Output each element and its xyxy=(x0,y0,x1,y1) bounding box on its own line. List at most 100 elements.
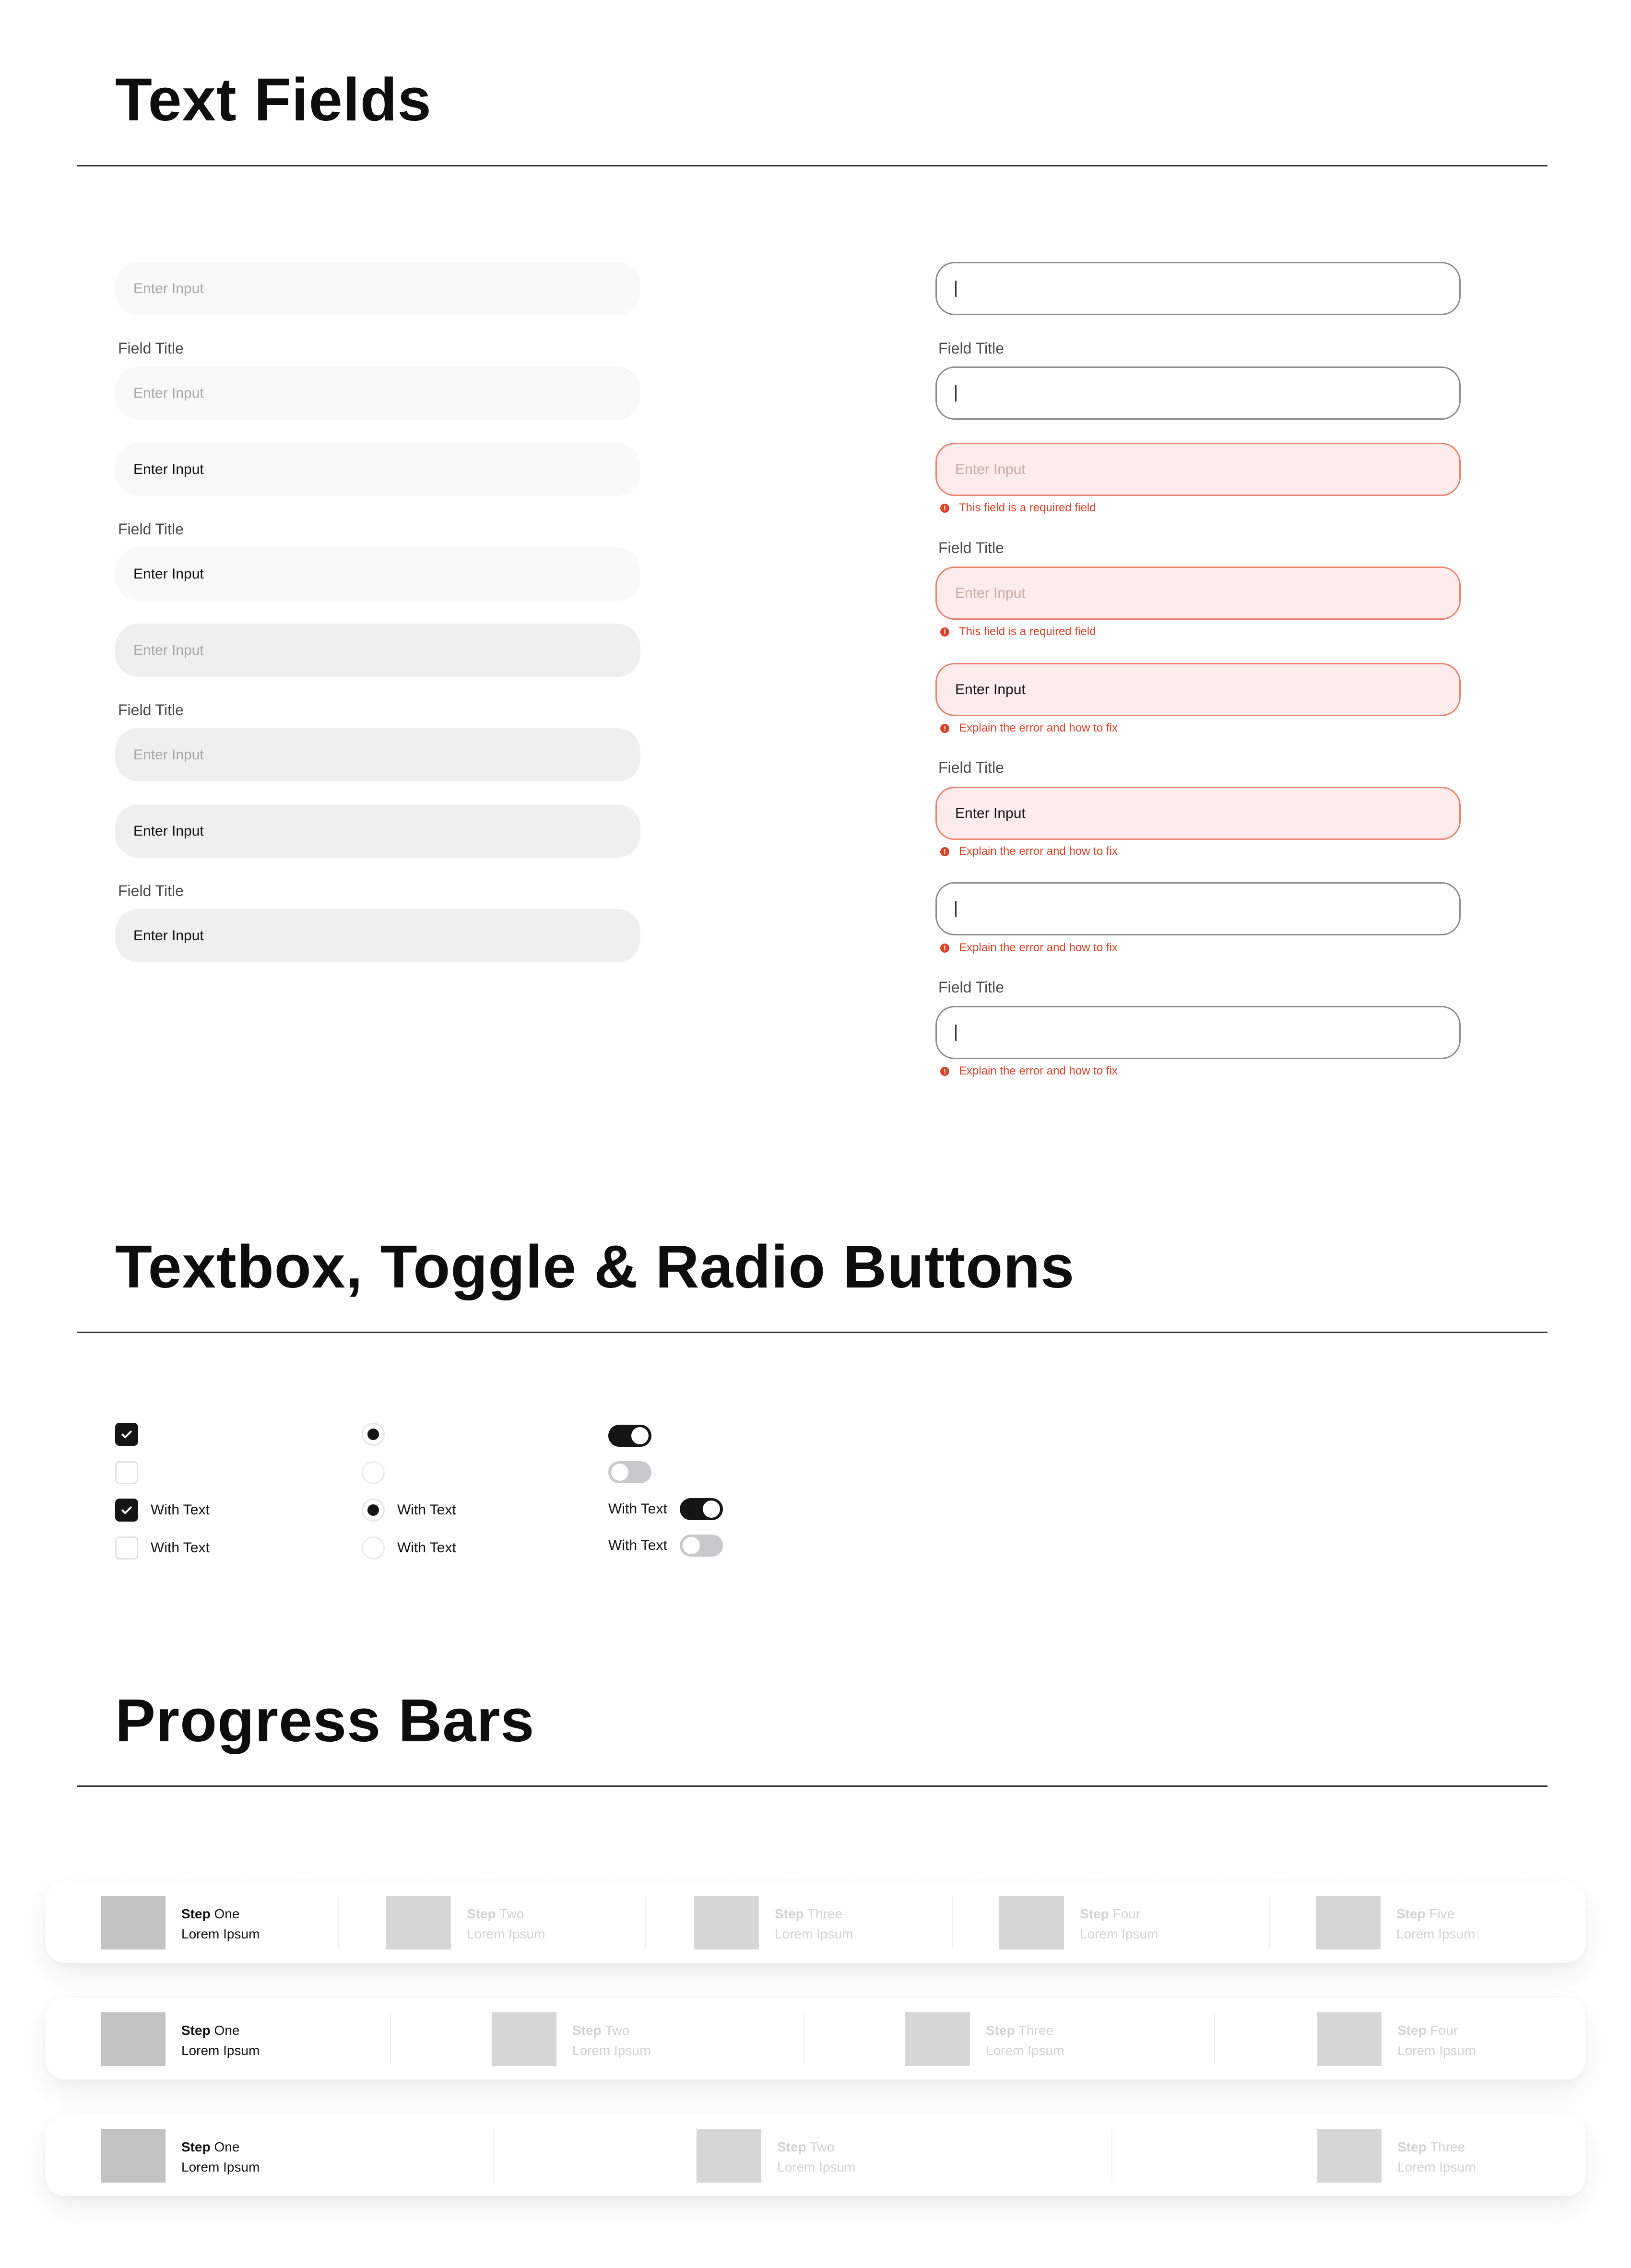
error-message: ! Explain the error and how to fix xyxy=(940,941,1118,955)
radio-unselected-with-text[interactable]: With Text xyxy=(362,1536,456,1559)
field-title: Field Title xyxy=(118,701,184,719)
error-message: ! Explain the error and how to fix xyxy=(940,1064,1118,1078)
progress-bar-three-steps: Step One Lorem Ipsum Step Two Lorem Ipsum … xyxy=(46,2114,1585,2196)
text-field-disabled-titled-filled[interactable]: Enter Input xyxy=(115,909,640,962)
step-number: Four xyxy=(1430,2023,1458,2038)
progress-step[interactable]: Step Three Lorem Ipsum xyxy=(694,1896,853,1949)
step-word: Step xyxy=(181,1906,211,1921)
step-thumbnail xyxy=(1317,2129,1382,2183)
step-subtitle: Lorem Ipsum xyxy=(467,1926,545,1941)
step-word: Step xyxy=(1397,2139,1427,2154)
step-subtitle: Lorem Ipsum xyxy=(572,2043,651,2058)
field-placeholder: Enter Input xyxy=(133,385,204,401)
text-field-filled[interactable]: Enter Input xyxy=(115,443,640,496)
step-thumbnail xyxy=(697,2129,761,2183)
text-field-titled-empty[interactable]: Enter Input xyxy=(115,366,640,420)
error-text: This field is a required field xyxy=(959,625,1096,638)
text-field-titled-filled[interactable]: Enter Input xyxy=(115,547,640,601)
progress-step[interactable]: Step One Lorem Ipsum xyxy=(101,2012,260,2066)
radio-label: With Text xyxy=(397,1502,456,1518)
error-text: This field is a required field xyxy=(959,501,1096,514)
section-title-progress: Progress Bars xyxy=(115,1687,535,1754)
field-title: Field Title xyxy=(118,340,184,357)
toggle-off[interactable] xyxy=(608,1461,651,1483)
checkbox-unchecked[interactable] xyxy=(115,1461,138,1484)
progress-step[interactable]: Step Two Lorem Ipsum xyxy=(492,2012,650,2066)
field-title: Field Title xyxy=(118,882,184,899)
field-title: Field Title xyxy=(118,520,184,538)
error-message: ! Explain the error and how to fix xyxy=(940,845,1118,858)
progress-step[interactable]: Step Two Lorem Ipsum xyxy=(386,1896,545,1949)
step-subtitle: Lorem Ipsum xyxy=(181,1926,260,1941)
text-field-empty[interactable]: Enter Input xyxy=(115,262,640,315)
section-title-text-fields: Text Fields xyxy=(115,66,432,133)
checkbox-box xyxy=(115,1536,138,1559)
text-field-error-filled[interactable]: Enter Input xyxy=(935,663,1461,716)
step-word: Step xyxy=(986,2023,1015,2038)
step-number: One xyxy=(214,2139,240,2154)
text-field-disabled-empty[interactable]: Enter Input xyxy=(115,624,640,677)
progress-bar-five-steps: Step One Lorem Ipsum Step Two Lorem Ipsum … xyxy=(46,1881,1585,1963)
field-title: Field Title xyxy=(938,759,1004,776)
step-thumbnail xyxy=(1317,2012,1382,2066)
checkbox-checked-with-text[interactable]: With Text xyxy=(115,1499,210,1522)
progress-step[interactable]: Step One Lorem Ipsum xyxy=(101,1896,260,1949)
text-field-focused-error[interactable] xyxy=(935,882,1461,935)
radio-selected-with-text[interactable]: With Text xyxy=(362,1499,456,1522)
step-number: Three xyxy=(1018,2023,1054,2038)
step-subtitle: Lorem Ipsum xyxy=(1396,1926,1475,1941)
step-number: One xyxy=(214,1906,240,1921)
text-field-disabled-titled-empty[interactable]: Enter Input xyxy=(115,728,640,781)
step-word: Step xyxy=(1396,1906,1426,1921)
step-thumbnail xyxy=(101,2129,165,2183)
step-thumbnail xyxy=(694,1896,759,1949)
step-thumbnail xyxy=(101,2012,165,2066)
step-thumbnail xyxy=(999,1896,1064,1949)
progress-step[interactable]: Step Three Lorem Ipsum xyxy=(905,2012,1064,2066)
step-word: Step xyxy=(1080,1906,1109,1921)
step-divider xyxy=(1269,1897,1270,1948)
divider xyxy=(77,1332,1548,1333)
text-field-titled-focused-error[interactable] xyxy=(935,1006,1461,1059)
checkbox-label: With Text xyxy=(151,1502,210,1518)
checkbox-unchecked-with-text[interactable]: With Text xyxy=(115,1536,210,1559)
text-field-error-empty[interactable]: Enter Input xyxy=(935,443,1461,496)
progress-step[interactable]: Step Two Lorem Ipsum xyxy=(697,2129,855,2183)
text-field-titled-error-filled[interactable]: Enter Input xyxy=(935,787,1461,840)
radio-label: With Text xyxy=(397,1540,456,1556)
error-message: ! This field is a required field xyxy=(940,501,1096,515)
toggle-off-with-text[interactable]: With Text xyxy=(608,1535,723,1557)
radio-unselected[interactable] xyxy=(362,1461,385,1484)
step-number: Three xyxy=(1430,2139,1466,2154)
toggle-switch xyxy=(679,1498,723,1520)
toggle-on-with-text[interactable]: With Text xyxy=(608,1498,723,1520)
progress-step[interactable]: Step Three Lorem Ipsum xyxy=(1317,2129,1476,2183)
error-icon: ! xyxy=(940,627,949,637)
text-field-titled-focused[interactable] xyxy=(935,366,1461,420)
text-field-disabled-filled[interactable]: Enter Input xyxy=(115,804,640,858)
error-text: Explain the error and how to fix xyxy=(959,721,1118,734)
radio-circle xyxy=(362,1536,385,1559)
section-title-controls: Textbox, Toggle & Radio Buttons xyxy=(115,1233,1075,1300)
text-field-focused[interactable] xyxy=(935,262,1461,315)
text-field-titled-error-empty[interactable]: Enter Input xyxy=(935,567,1461,620)
step-subtitle: Lorem Ipsum xyxy=(1080,1926,1158,1941)
step-divider xyxy=(338,1897,339,1948)
radio-circle xyxy=(362,1461,385,1484)
checkbox-checked[interactable] xyxy=(115,1423,138,1446)
step-word: Step xyxy=(775,1906,804,1921)
step-subtitle: Lorem Ipsum xyxy=(775,1926,853,1941)
progress-step[interactable]: Step Five Lorem Ipsum xyxy=(1316,1896,1475,1949)
progress-step[interactable]: Step Four Lorem Ipsum xyxy=(999,1896,1158,1949)
progress-step[interactable]: Step One Lorem Ipsum xyxy=(101,2129,260,2183)
field-value: Enter Input xyxy=(133,566,204,582)
toggle-label: With Text xyxy=(608,1501,667,1517)
progress-step[interactable]: Step Four Lorem Ipsum xyxy=(1317,2012,1476,2066)
step-subtitle: Lorem Ipsum xyxy=(181,2043,260,2058)
toggle-on[interactable] xyxy=(608,1425,651,1447)
field-title: Field Title xyxy=(938,340,1004,357)
step-divider xyxy=(1214,2013,1215,2064)
radio-selected[interactable] xyxy=(362,1423,385,1446)
radio-dot-icon xyxy=(362,1499,385,1522)
text-cursor xyxy=(955,385,957,402)
